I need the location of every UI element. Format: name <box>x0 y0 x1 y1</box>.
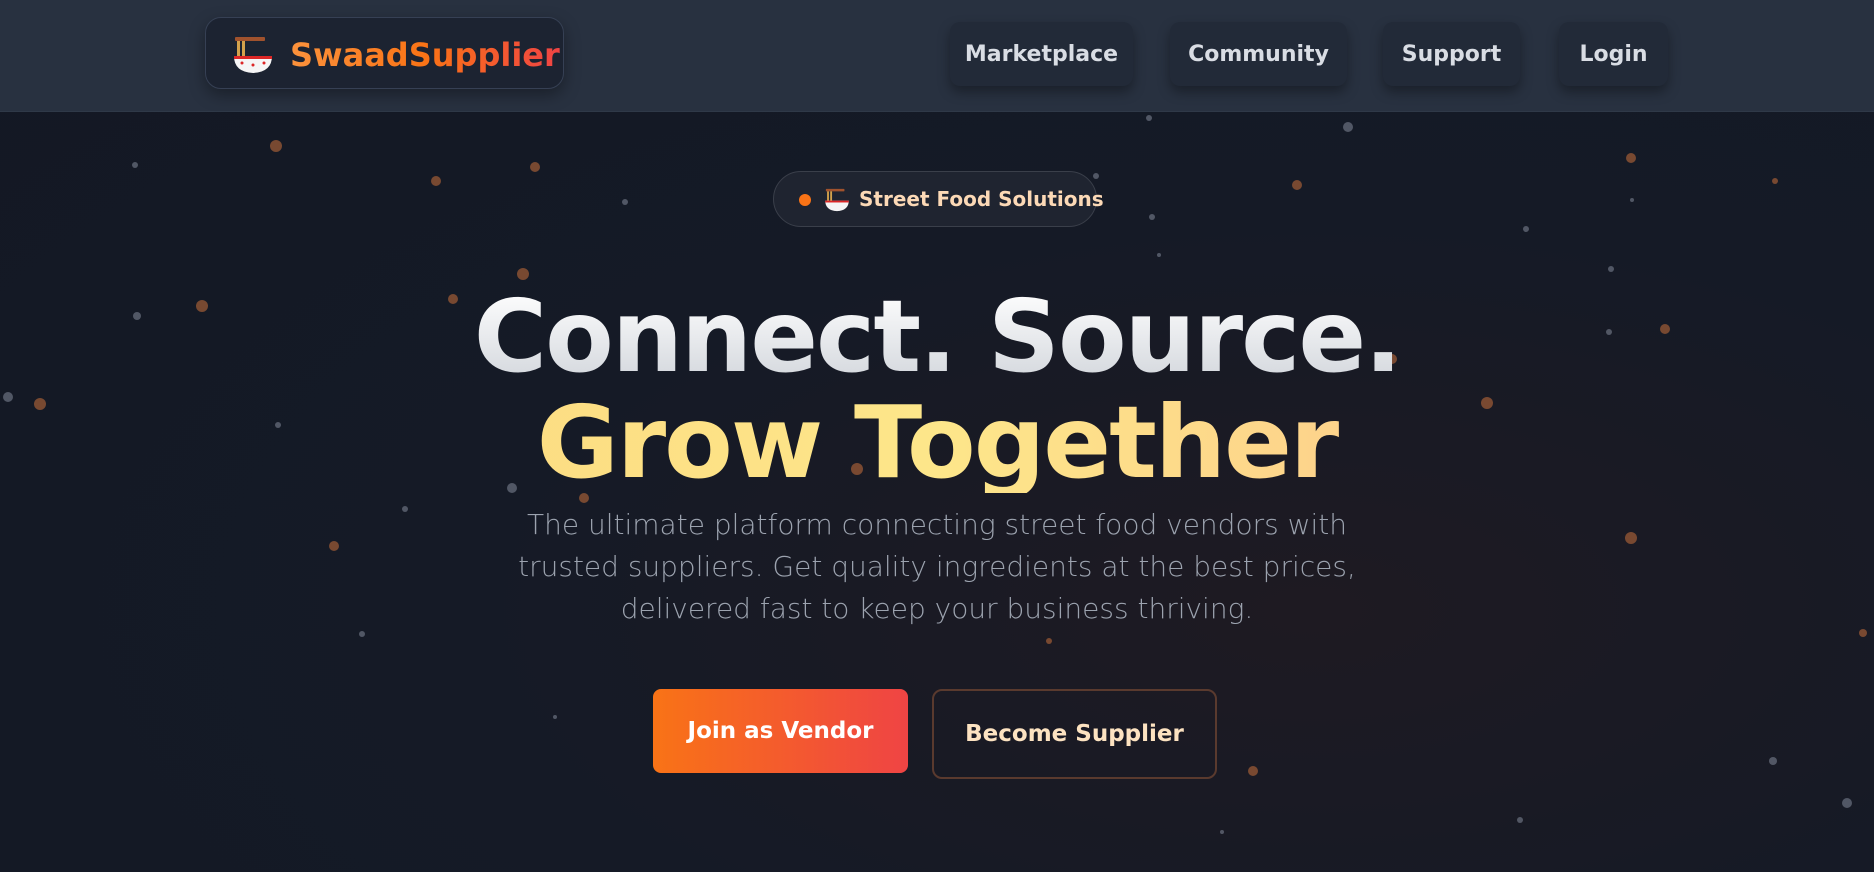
headline-line2: Grow Together <box>0 393 1874 493</box>
top-navbar: SwaadSupplier Marketplace Community Supp… <box>0 0 1874 112</box>
noodle-bowl-icon <box>234 37 272 73</box>
brand-logo[interactable]: SwaadSupplier <box>205 17 564 89</box>
hero-badge: Street Food Solutions <box>773 171 1104 227</box>
become-supplier-button[interactable]: Become Supplier <box>932 689 1217 779</box>
brand-name: SwaadSupplier <box>290 36 560 74</box>
badge-label: Street Food Solutions <box>859 187 1104 211</box>
nav-support[interactable]: Support <box>1383 22 1520 86</box>
nav-login[interactable]: Login <box>1559 22 1668 86</box>
nav-marketplace[interactable]: Marketplace <box>950 22 1133 86</box>
hero-subtitle: The ultimate platform connecting street … <box>518 508 1356 625</box>
landing-page: SwaadSupplier Marketplace Community Supp… <box>0 0 1874 872</box>
status-dot <box>799 194 811 206</box>
headline-line1: Connect. Source. <box>0 287 1874 387</box>
nav-community[interactable]: Community <box>1170 22 1347 86</box>
noodle-bowl-icon <box>825 188 849 212</box>
join-as-vendor-button[interactable]: Join as Vendor <box>653 689 908 773</box>
